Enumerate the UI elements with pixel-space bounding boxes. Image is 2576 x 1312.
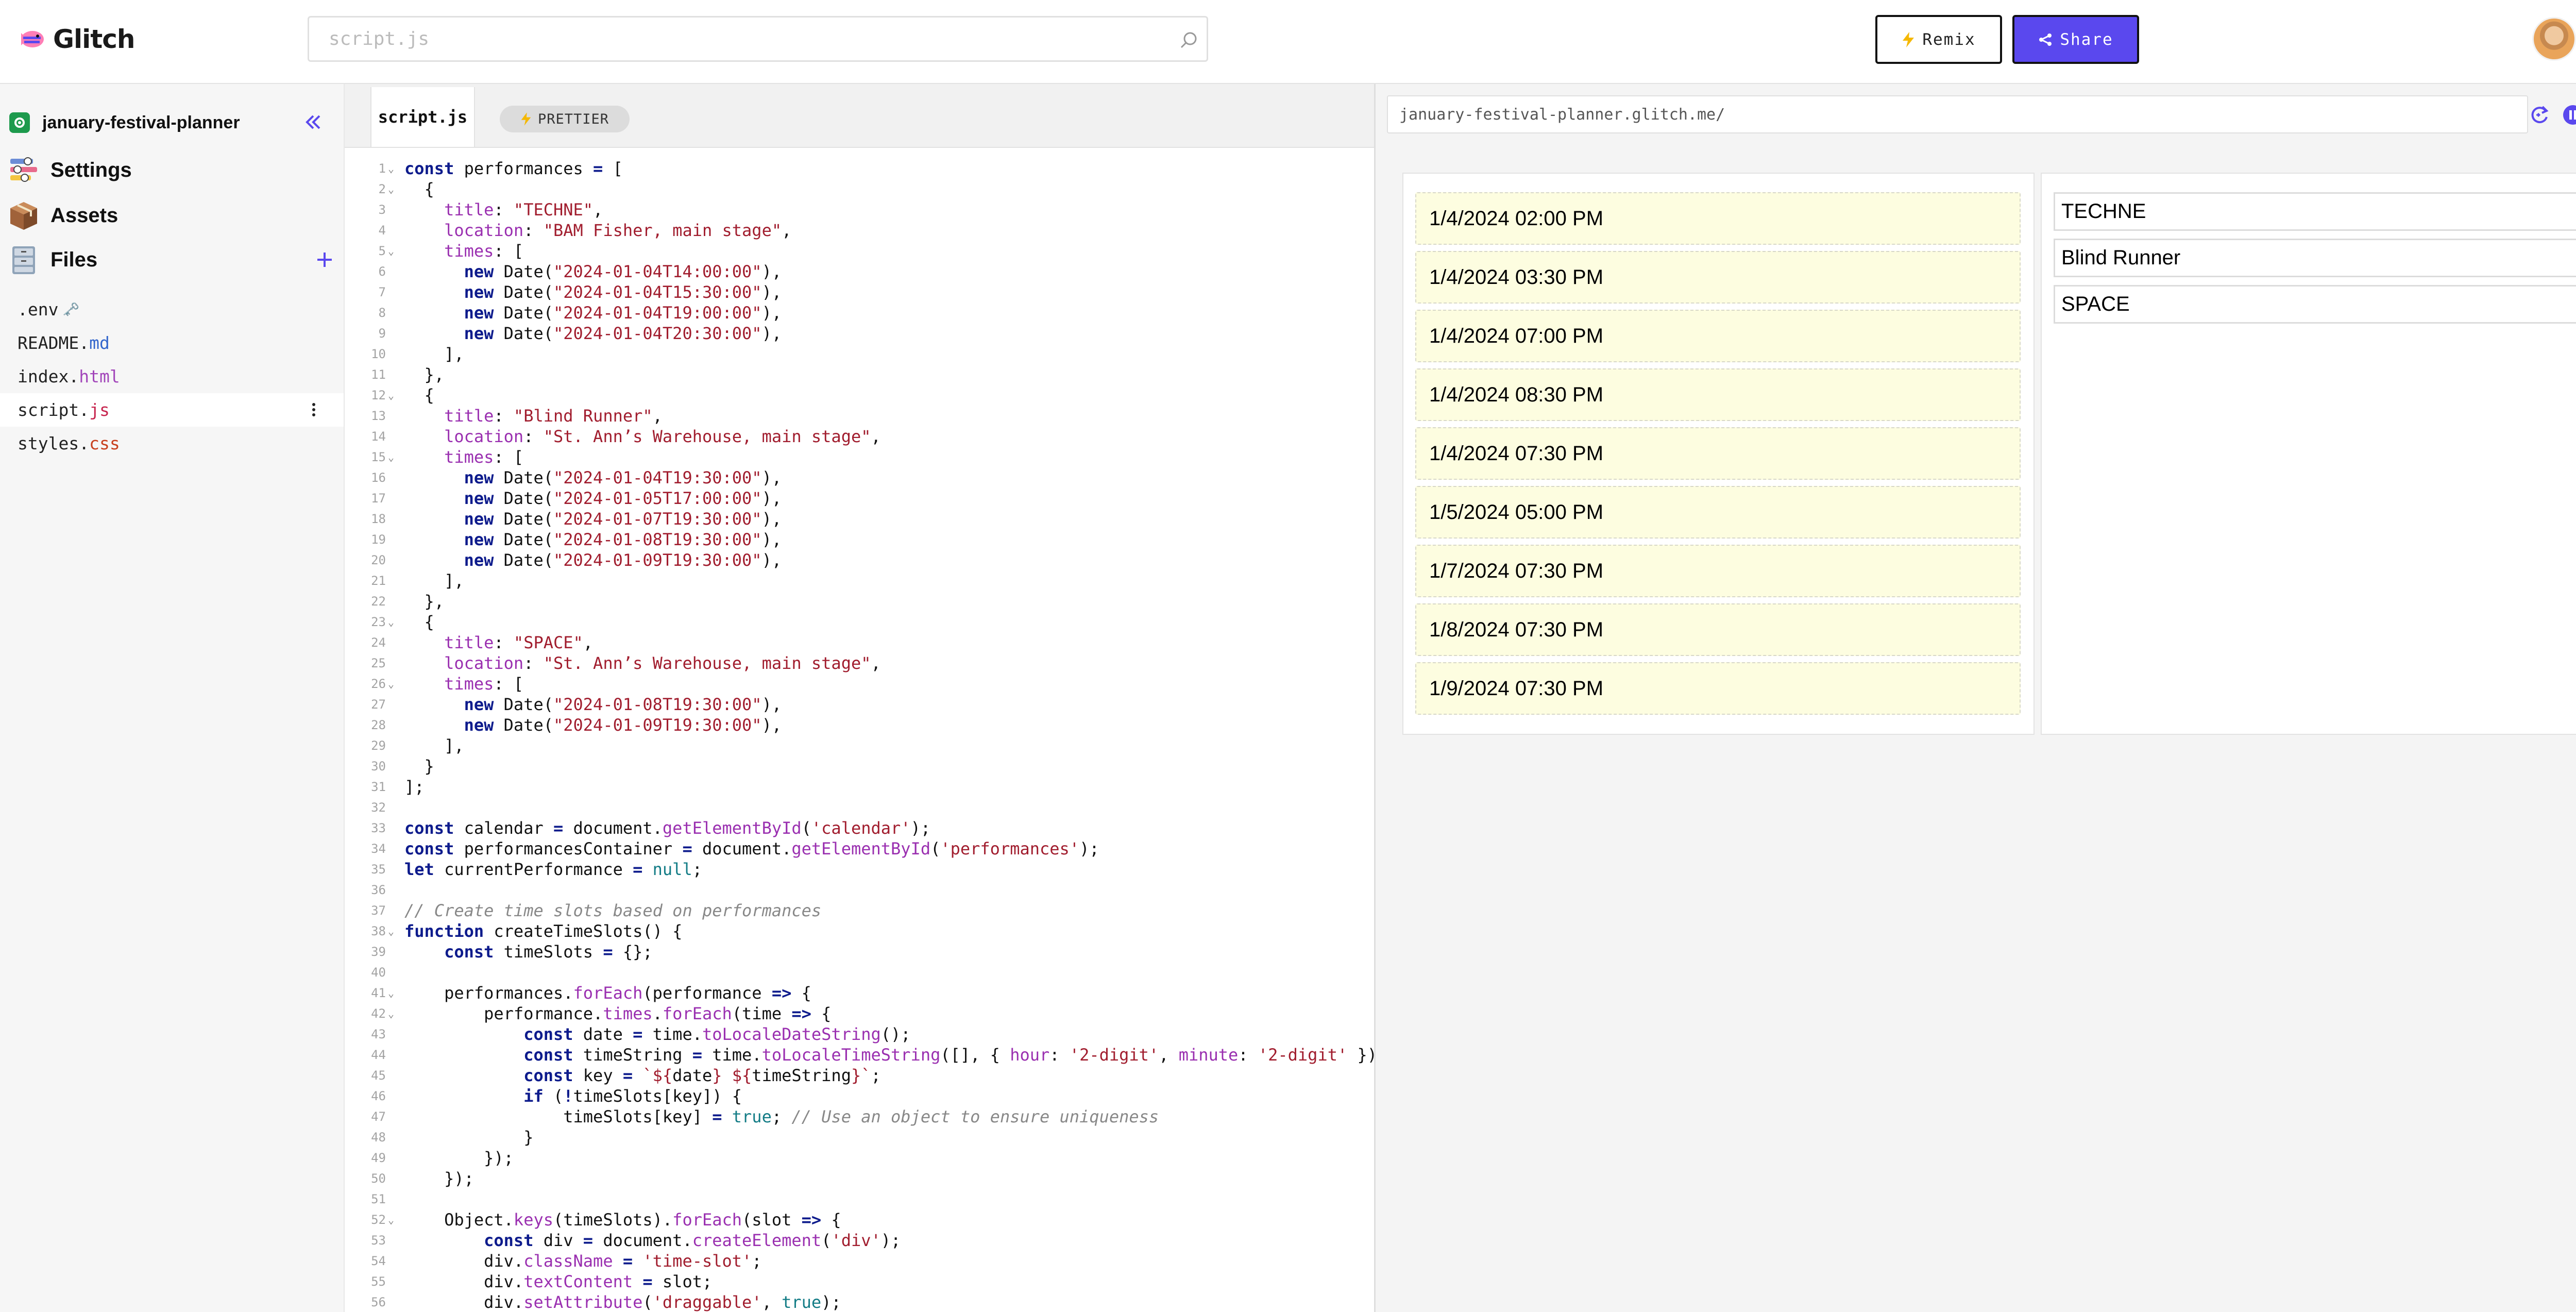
search-input[interactable] xyxy=(309,18,1207,60)
calendar-panel: 1/4/2024 02:00 PM 1/4/2024 03:30 PM 1/4/… xyxy=(1402,173,2035,735)
collapse-sidebar-icon[interactable] xyxy=(302,111,325,133)
pause-icon[interactable] xyxy=(2562,104,2576,126)
file-item-readme[interactable]: README. md xyxy=(0,326,344,360)
project-icon xyxy=(9,112,30,133)
sidebar-item-label: Settings xyxy=(50,158,132,181)
performance-item[interactable]: Blind Runner xyxy=(2054,239,2576,277)
file-name: .env xyxy=(18,299,59,319)
assets-box-icon xyxy=(10,202,37,230)
tab-script-js[interactable]: script.js xyxy=(370,87,475,147)
time-slot[interactable]: 1/4/2024 08:30 PM xyxy=(1415,368,2021,421)
performance-item[interactable]: SPACE xyxy=(2054,285,2576,324)
time-slot[interactable]: 1/8/2024 07:30 PM xyxy=(1415,603,2021,656)
sidebar-item-assets[interactable]: Assets xyxy=(7,195,118,236)
lightning-icon xyxy=(1903,31,1914,47)
add-file-icon[interactable] xyxy=(312,247,337,272)
file-list: .env 🗝️ README. md index. html script. js s… xyxy=(0,293,344,460)
project-sidebar: january-festival-planner Settings Assets xyxy=(0,84,344,1312)
file-name: index. xyxy=(18,366,79,386)
share-icon xyxy=(2039,33,2052,46)
top-bar: Glitch Remix Share xyxy=(0,0,2576,84)
prettier-label: PRETTIER xyxy=(537,111,609,127)
time-slot[interactable]: 1/4/2024 07:30 PM xyxy=(1415,427,2021,480)
files-cabinet-icon xyxy=(12,246,35,274)
editor-tab-bar: script.js PRETTIER xyxy=(345,84,1375,148)
file-name: README. xyxy=(18,333,90,353)
time-slot[interactable]: 1/7/2024 07:30 PM xyxy=(1415,545,2021,597)
remix-label: Remix xyxy=(1922,30,1976,49)
file-extension: md xyxy=(89,333,110,353)
prettier-button[interactable]: PRETTIER xyxy=(500,106,630,132)
file-name: script. xyxy=(18,400,90,420)
file-options-icon[interactable] xyxy=(304,400,323,419)
time-slot[interactable]: 1/4/2024 03:30 PM xyxy=(1415,251,2021,304)
remix-button[interactable]: Remix xyxy=(1875,15,2002,64)
file-extension: html xyxy=(79,366,120,386)
sidebar-item-label: Assets xyxy=(50,204,118,227)
key-icon: 🗝️ xyxy=(62,301,79,317)
file-name: styles. xyxy=(18,433,90,453)
sidebar-item-label: Files xyxy=(50,248,98,271)
search-icon[interactable] xyxy=(1179,30,1199,51)
file-extension: js xyxy=(89,400,110,420)
lightning-icon xyxy=(521,112,531,126)
refresh-icon[interactable] xyxy=(2528,104,2551,126)
time-slot[interactable]: 1/4/2024 02:00 PM xyxy=(1415,192,2021,245)
logo-text: Glitch xyxy=(53,24,135,54)
performances-panel: TECHNE Blind Runner SPACE xyxy=(2041,173,2576,735)
file-extension: css xyxy=(89,433,120,453)
search-box[interactable] xyxy=(308,16,1208,62)
performance-item[interactable]: TECHNE xyxy=(2054,192,2576,231)
file-item-styles-css[interactable]: styles. css xyxy=(0,427,344,460)
sidebar-item-files[interactable]: Files xyxy=(7,239,337,280)
code-editor-panel: script.js PRETTIER 1 ⌄ const performances … xyxy=(344,84,1375,1312)
file-item-index-html[interactable]: index. html xyxy=(0,360,344,393)
file-item-env[interactable]: .env 🗝️ xyxy=(0,293,344,326)
share-label: Share xyxy=(2060,30,2113,49)
project-name[interactable]: january-festival-planner xyxy=(42,113,240,133)
glitch-logo[interactable]: Glitch xyxy=(17,21,135,58)
file-item-script-js[interactable]: script. js xyxy=(0,393,344,427)
time-slot[interactable]: 1/5/2024 05:00 PM xyxy=(1415,486,2021,539)
preview-url-bar[interactable]: january-festival-planner.glitch.me/ xyxy=(1387,95,2528,133)
user-avatar[interactable] xyxy=(2532,17,2576,61)
project-header[interactable]: january-festival-planner xyxy=(9,105,334,141)
share-button[interactable]: Share xyxy=(2012,15,2139,64)
time-slot[interactable]: 1/4/2024 07:00 PM xyxy=(1415,310,2021,362)
code-area[interactable]: 1 ⌄ const performances = [ 2 ⌄ { 3 title: "… xyxy=(345,158,1375,1312)
settings-icon xyxy=(10,157,37,182)
sidebar-item-settings[interactable]: Settings xyxy=(7,149,132,191)
time-slot[interactable]: 1/9/2024 07:30 PM xyxy=(1415,662,2021,715)
glitch-fish-icon xyxy=(21,31,44,47)
preview-pane: january-festival-planner.glitch.me/ 1/4/… xyxy=(1374,84,2576,1312)
